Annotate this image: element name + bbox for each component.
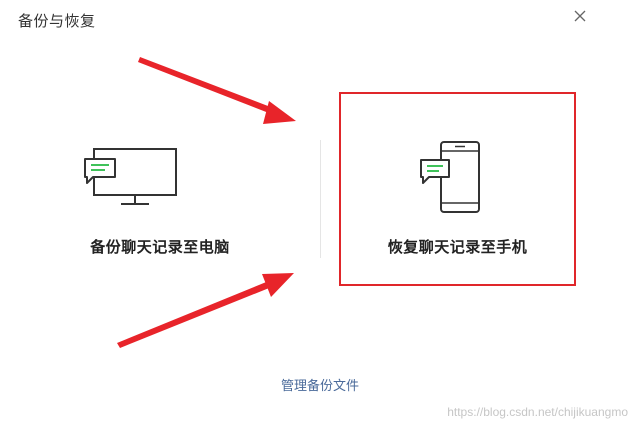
restore-to-phone-option[interactable]: 恢复聊天记录至手机 (339, 92, 576, 286)
phone-icon (420, 141, 480, 213)
arrow-upper (138, 57, 296, 124)
backup-restore-window: 备份与恢复 备份聊天记录至电脑 恢复聊天记录至手机 管理备份文件 https:/… (0, 0, 640, 431)
backup-to-pc-label: 备份聊天记录至电脑 (90, 238, 230, 256)
restore-to-phone-label: 恢复聊天记录至手机 (387, 238, 528, 256)
divider (320, 140, 321, 258)
arrow-lower (117, 273, 294, 348)
chat-bubble-icon (84, 158, 116, 184)
backup-to-pc-option[interactable]: 备份聊天记录至电脑 (40, 122, 280, 272)
close-button[interactable] (568, 4, 592, 28)
close-icon (574, 10, 586, 22)
manage-backup-files-link[interactable]: 管理备份文件 (0, 375, 640, 394)
computer-icon (84, 148, 177, 205)
window-title: 备份与恢复 (18, 12, 96, 30)
watermark: https://blog.csdn.net/chijikuangmo (447, 405, 628, 419)
chat-bubble-icon (420, 159, 450, 184)
